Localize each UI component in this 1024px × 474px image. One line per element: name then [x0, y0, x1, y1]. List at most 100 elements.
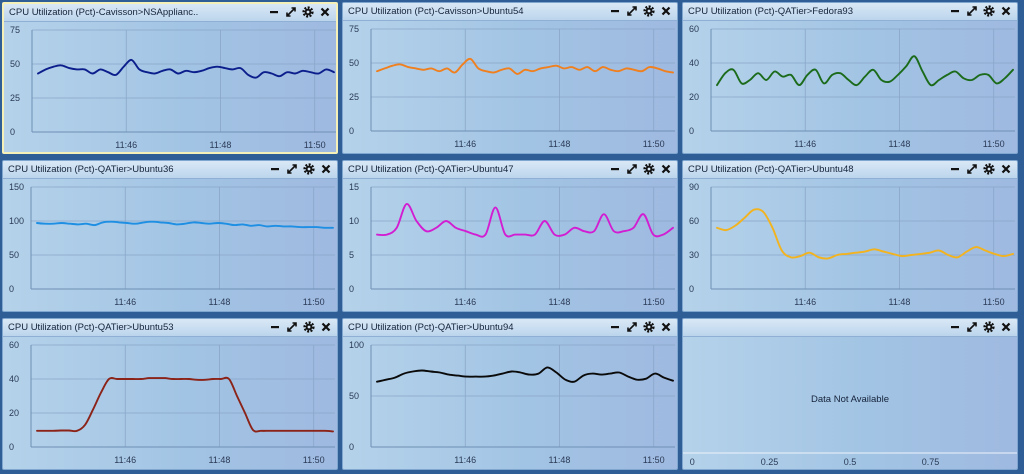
close-icon[interactable]: [999, 4, 1013, 18]
x-tick-label: 0: [690, 457, 695, 467]
panel-controls: [265, 320, 333, 335]
panel-header[interactable]: [683, 319, 1017, 337]
y-tick-label: 50: [349, 58, 359, 68]
x-tick-label: 11:50: [303, 455, 325, 465]
chart-panel[interactable]: CPU Utilization (Pct)-QATier>Ubuntu36 150…: [2, 160, 338, 312]
chart-panel[interactable]: CPU Utilization (Pct)-QATier>Fedora93 60 4…: [682, 2, 1018, 154]
minimize-icon[interactable]: [608, 320, 622, 334]
x-tick-label: 11:48: [889, 139, 911, 149]
y-tick-label: 90: [689, 182, 699, 192]
chart-panel[interactable]: CPU Utilization (Pct)-Cavisson>NSApplian…: [2, 2, 338, 154]
expand-icon[interactable]: [625, 162, 639, 176]
x-tick-label: 11:46: [114, 297, 136, 307]
gear-icon[interactable]: [302, 320, 316, 334]
close-icon[interactable]: [659, 320, 673, 334]
y-tick-label: 50: [10, 59, 20, 69]
close-icon[interactable]: [999, 320, 1013, 334]
panel-header[interactable]: CPU Utilization (Pct)-QATier>Ubuntu94: [343, 319, 677, 337]
y-tick-label: 20: [689, 92, 699, 102]
minimize-icon[interactable]: [268, 320, 282, 334]
y-tick-label: 10: [349, 216, 359, 226]
chart-svg: 75 50 25 0 11:46 11:48 11:50: [10, 25, 336, 150]
series-line: [376, 57, 674, 75]
panel-header[interactable]: CPU Utilization (Pct)-Cavisson>NSApplian…: [4, 4, 336, 22]
gear-icon[interactable]: [642, 162, 656, 176]
x-tick-label: 11:48: [209, 455, 231, 465]
panel-title: CPU Utilization (Pct)-Cavisson>Ubuntu54: [348, 6, 524, 17]
expand-icon[interactable]: [965, 162, 979, 176]
y-tick-label: 75: [10, 25, 20, 35]
series-line: [716, 55, 1014, 87]
panel-header[interactable]: CPU Utilization (Pct)-QATier>Ubuntu53: [3, 319, 337, 337]
x-tick-label: 11:50: [304, 140, 326, 150]
y-tick-label: 0: [9, 442, 14, 452]
y-tick-label: 40: [9, 374, 19, 384]
close-icon[interactable]: [659, 4, 673, 18]
close-icon[interactable]: [319, 162, 333, 176]
close-icon[interactable]: [999, 162, 1013, 176]
minimize-icon[interactable]: [948, 4, 962, 18]
chart-panel[interactable]: CPU Utilization (Pct)-QATier>Ubuntu47 15 1…: [342, 160, 678, 312]
x-tick-label: 11:50: [643, 297, 665, 307]
close-icon[interactable]: [659, 162, 673, 176]
minimize-icon[interactable]: [608, 4, 622, 18]
panel-header[interactable]: CPU Utilization (Pct)-QATier>Ubuntu48: [683, 161, 1017, 179]
gear-icon[interactable]: [982, 320, 996, 334]
minimize-icon[interactable]: [948, 320, 962, 334]
x-tick-label: 11:48: [210, 140, 232, 150]
gear-icon[interactable]: [982, 4, 996, 18]
gear-icon[interactable]: [642, 320, 656, 334]
panel-title: CPU Utilization (Pct)-QATier>Ubuntu48: [688, 164, 854, 175]
panel-controls: [264, 5, 332, 20]
gear-icon[interactable]: [301, 5, 315, 19]
minimize-icon[interactable]: [268, 162, 282, 176]
panel-controls: [605, 4, 673, 19]
panel-header[interactable]: CPU Utilization (Pct)-Cavisson>Ubuntu54: [343, 3, 677, 21]
chart-panel[interactable]: CPU Utilization (Pct)-QATier>Ubuntu53 60 4…: [2, 318, 338, 470]
y-tick-label: 30: [689, 250, 699, 260]
y-tick-label: 0: [689, 284, 694, 294]
series-line: [716, 208, 1014, 260]
panel-header[interactable]: CPU Utilization (Pct)-QATier>Ubuntu47: [343, 161, 677, 179]
dashboard-grid: CPU Utilization (Pct)-Cavisson>NSApplian…: [0, 0, 1024, 474]
minimize-icon[interactable]: [608, 162, 622, 176]
x-tick-label: 11:50: [983, 297, 1005, 307]
panel-controls: [265, 162, 333, 177]
chart-panel[interactable]: 0 0.25 0.5 0.75 Data Not Available: [682, 318, 1018, 470]
minimize-icon[interactable]: [948, 162, 962, 176]
y-tick-label: 75: [349, 24, 359, 34]
expand-icon[interactable]: [625, 4, 639, 18]
chart-svg: 100 50 0 11:46 11:48 11:50: [349, 340, 675, 465]
no-data-message: Data Not Available: [811, 394, 889, 405]
chart-panel[interactable]: CPU Utilization (Pct)-QATier>Ubuntu48 90 6…: [682, 160, 1018, 312]
minimize-icon[interactable]: [267, 5, 281, 19]
expand-icon[interactable]: [284, 5, 298, 19]
x-tick-label: 11:46: [794, 139, 816, 149]
expand-icon[interactable]: [285, 162, 299, 176]
panel-title: CPU Utilization (Pct)-Cavisson>NSApplian…: [9, 7, 199, 18]
close-icon[interactable]: [319, 320, 333, 334]
chart-svg: 75 50 25 0 11:46 11:48 11:50: [349, 24, 675, 149]
expand-icon[interactable]: [965, 320, 979, 334]
y-tick-label: 25: [349, 92, 359, 102]
y-tick-label: 0: [9, 284, 14, 294]
expand-icon[interactable]: [625, 320, 639, 334]
gear-icon[interactable]: [642, 4, 656, 18]
x-tick-label: 11:46: [454, 297, 476, 307]
chart-panel[interactable]: CPU Utilization (Pct)-Cavisson>Ubuntu54 7…: [342, 2, 678, 154]
y-tick-label: 100: [9, 216, 24, 226]
chart-panel[interactable]: CPU Utilization (Pct)-QATier>Ubuntu94 100…: [342, 318, 678, 470]
gear-icon[interactable]: [982, 162, 996, 176]
panel-header[interactable]: CPU Utilization (Pct)-QATier>Ubuntu36: [3, 161, 337, 179]
gear-icon[interactable]: [302, 162, 316, 176]
expand-icon[interactable]: [965, 4, 979, 18]
y-tick-label: 100: [349, 340, 364, 350]
x-tick-label: 0.25: [761, 457, 779, 467]
close-icon[interactable]: [318, 5, 332, 19]
x-tick-label: 11:48: [549, 297, 571, 307]
panel-header[interactable]: CPU Utilization (Pct)-QATier>Fedora93: [683, 3, 1017, 21]
expand-icon[interactable]: [285, 320, 299, 334]
series-line: [376, 203, 674, 238]
y-tick-label: 50: [349, 391, 359, 401]
chart-svg: 90 60 30 0 11:46 11:48 11:50: [689, 182, 1015, 307]
